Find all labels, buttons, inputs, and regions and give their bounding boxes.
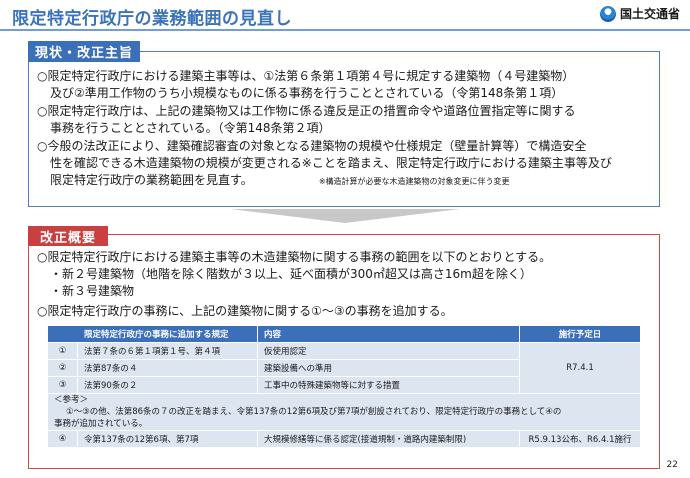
reference-note-row: ＜参考＞ ①～③の他、法第86条の７の改正を踏まえ、令第137条の12第6項及び…	[47, 393, 641, 431]
page-number: 22	[666, 460, 678, 470]
section-tag-summary: 改正概要	[28, 226, 108, 246]
table-row: ④ 令第137条の12第6項、第7項 大規模修繕等に係る認定(接道規制・道路内建…	[47, 430, 641, 448]
section-summary-text: ○限定特定行政庁における建築主事等の木造建築物に関する事務の範囲を以下のとおりと…	[37, 250, 552, 318]
col-date: 施行予定日	[519, 325, 641, 343]
mlit-logo: 国土交通省	[599, 5, 680, 22]
title-underline	[0, 29, 690, 31]
section-tag-current: 現状・改正主旨	[28, 41, 140, 62]
col-content: 内容	[257, 325, 520, 343]
para-2: ○限定特定行政庁は、上記の建築物又は工作物に係る違反是正の措置命令や道路位置指定…	[37, 104, 576, 135]
para-1: ○限定特定行政庁における建築主事等は、①法第６条第１項第４号に規定する建築物（４…	[37, 69, 575, 100]
structure-note: ※構造計算が必要な木造建築物の対象変更に伴う変更	[318, 177, 510, 186]
down-arrow-icon	[230, 209, 460, 223]
table-header-row: 限定特定行政庁の事務に追加する規定 内容 施行予定日	[47, 325, 641, 343]
para-3: ○今般の法改正により、建築確認審査の対象となる建築物の規模や仕様規定（壁量計算等…	[37, 139, 612, 187]
col-rule: 限定特定行政庁の事務に追加する規定	[47, 325, 258, 343]
mlit-emblem-icon	[599, 5, 616, 22]
logo-text: 国土交通省	[619, 7, 680, 21]
added-rules-table: 限定特定行政庁の事務に追加する規定 内容 施行予定日 ① 法第７条の６第１項第１…	[47, 325, 641, 448]
page-title: 限定特定行政庁の業務範囲の見直し	[12, 9, 292, 29]
table-row: ① 法第７条の６第１項第１号、第４項 仮使用認定 R7.4.1	[47, 342, 641, 394]
section-current-text: ○限定特定行政庁における建築主事等は、①法第６条第１項第４号に規定する建築物（４…	[37, 68, 657, 191]
date-cell: R7.4.1	[519, 342, 641, 394]
